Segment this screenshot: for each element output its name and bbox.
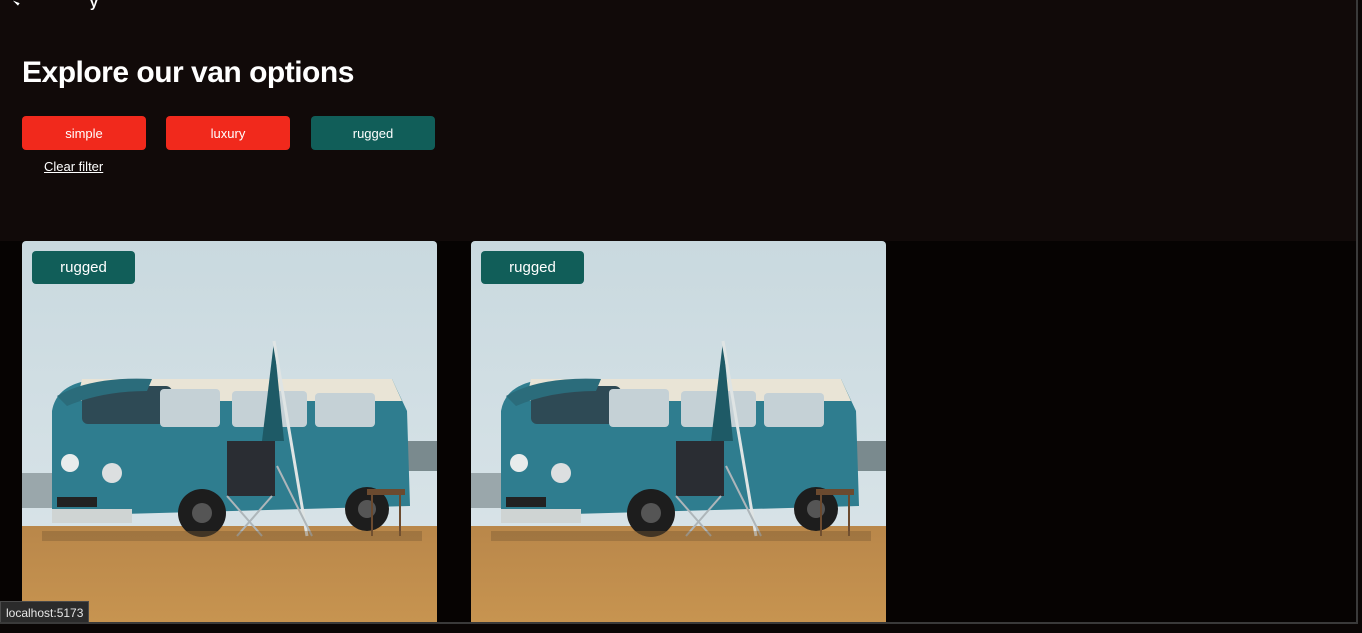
van-card[interactable]: rugged	[471, 241, 886, 622]
status-bar-url: localhost:5173	[0, 601, 90, 622]
mouse-cursor-icon	[12, 0, 21, 6]
clear-filter-link[interactable]: Clear filter	[44, 159, 103, 174]
van-photo	[22, 241, 437, 622]
filter-luxury-button[interactable]: luxury	[166, 116, 290, 150]
page-title: Explore our van options	[22, 56, 354, 89]
browser-viewport: y Explore our van options simple luxury …	[0, 0, 1358, 624]
logo-fragment-icon: y	[90, 0, 98, 10]
van-type-badge: rugged	[481, 251, 584, 284]
filter-rugged-button[interactable]: rugged	[311, 116, 435, 150]
filter-simple-button[interactable]: simple	[22, 116, 146, 150]
van-type-badge: rugged	[32, 251, 135, 284]
van-card[interactable]: rugged	[22, 241, 437, 622]
van-photo	[471, 241, 886, 622]
